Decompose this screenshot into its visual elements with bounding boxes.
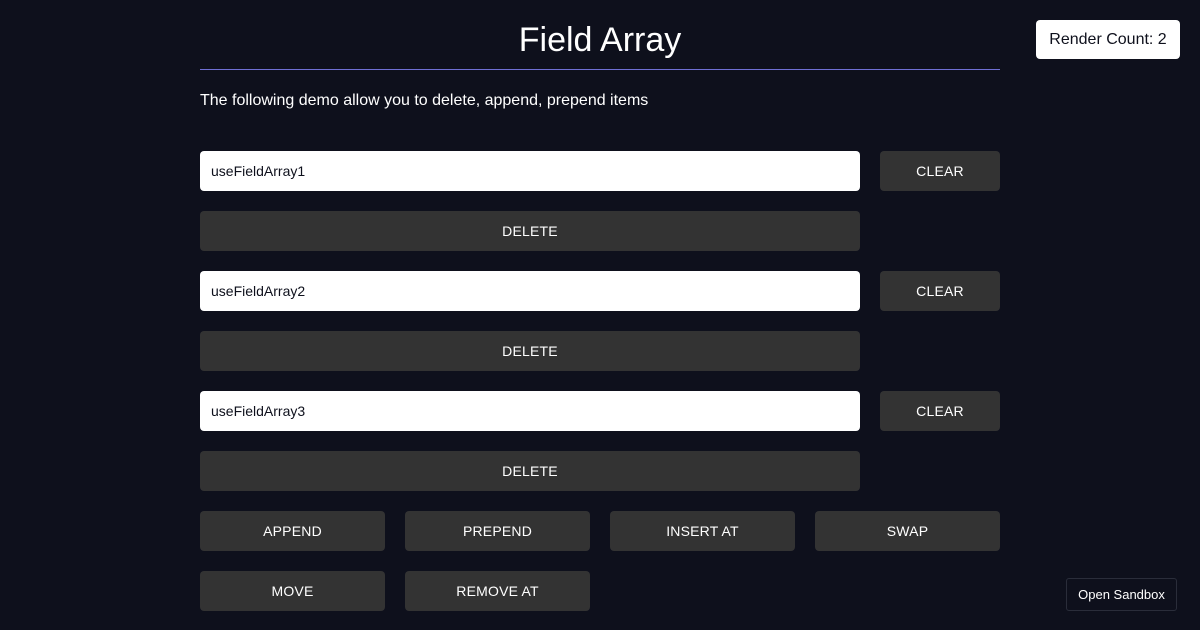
page-title: Field Array — [518, 21, 682, 59]
delete-button-1[interactable]: DELETE — [200, 211, 860, 251]
move-button[interactable]: MOVE — [200, 571, 385, 611]
render-count-badge: Render Count: 2 — [1036, 20, 1180, 59]
open-sandbox-button[interactable]: Open Sandbox — [1066, 578, 1177, 611]
append-button[interactable]: APPEND — [200, 511, 385, 551]
swap-button[interactable]: SWAP — [815, 511, 1000, 551]
clear-button-3[interactable]: CLEAR — [880, 391, 1000, 431]
clear-button-1[interactable]: CLEAR — [880, 151, 1000, 191]
prepend-button[interactable]: PREPEND — [405, 511, 590, 551]
remove-at-button[interactable]: REMOVE AT — [405, 571, 590, 611]
delete-button-2[interactable]: DELETE — [200, 331, 860, 371]
field-input-1[interactable] — [200, 151, 860, 191]
field-input-2[interactable] — [200, 271, 860, 311]
clear-button-2[interactable]: CLEAR — [880, 271, 1000, 311]
title-divider — [200, 69, 1000, 70]
delete-button-3[interactable]: DELETE — [200, 451, 860, 491]
page: Field Array Render Count: 2 The followin… — [0, 0, 1200, 630]
field-input-3[interactable] — [200, 391, 860, 431]
insert-at-button[interactable]: INSERT AT — [610, 511, 795, 551]
description-text: The following demo allow you to delete, … — [200, 92, 649, 109]
